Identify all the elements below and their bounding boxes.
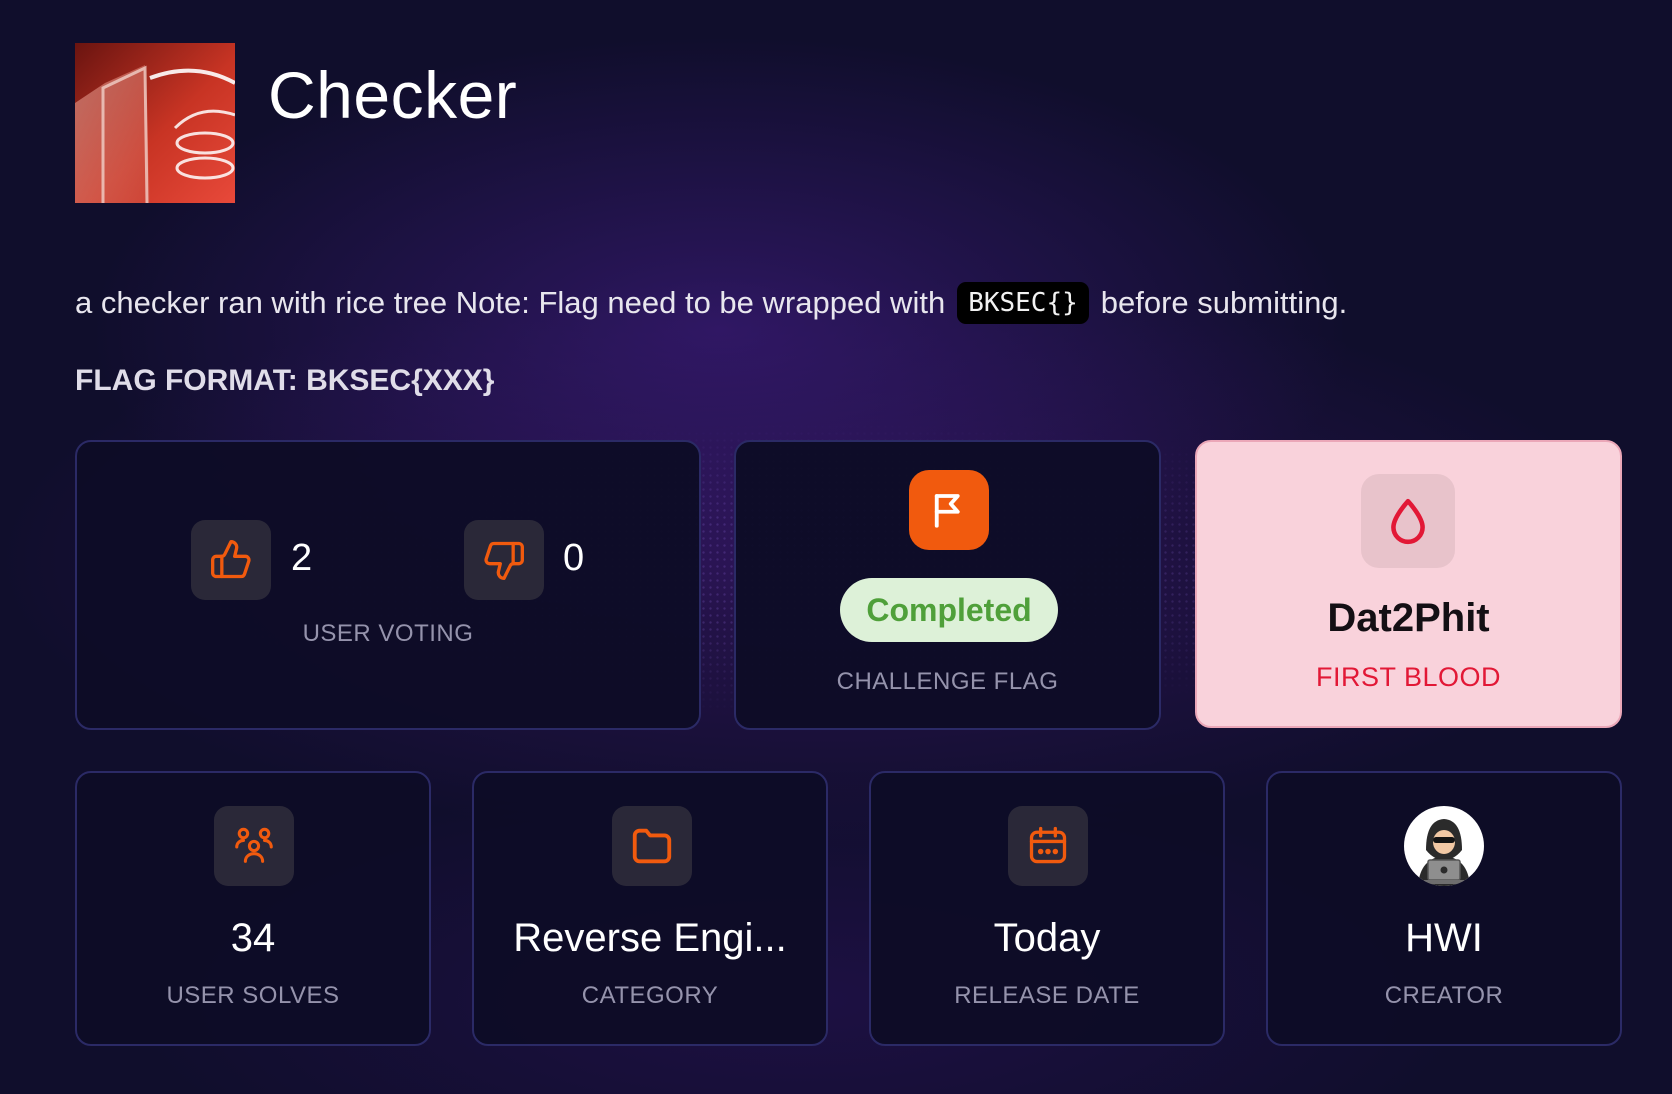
thumbs-up-icon [211, 540, 251, 579]
downvote-count: 0 [563, 537, 585, 579]
user-solves-card: 34 USER SOLVES [75, 771, 431, 1046]
users-icon-box [214, 806, 294, 886]
creator-label: CREATOR [1384, 982, 1504, 1009]
release-date-value: Today [993, 916, 1101, 960]
challenge-title: Checker [268, 58, 518, 132]
first-blood-card: Dat2Phit FIRST BLOOD [1195, 440, 1622, 728]
flag-icon [934, 494, 960, 528]
challenge-flag-card: Completed CHALLENGE FLAG [734, 440, 1161, 730]
creator-avatar[interactable] [1404, 806, 1484, 886]
description-text: a checker ran with rice tree Note: Flag … [75, 285, 946, 320]
challenge-description: a checker ran with rice tree Note: Flag … [75, 282, 1347, 324]
user-solves-value: 34 [230, 916, 276, 960]
calendar-icon-box [1008, 806, 1088, 886]
flag-format: FLAG FORMAT: BKSEC{XXX} [75, 364, 495, 397]
creator-value[interactable]: HWI [1268, 916, 1620, 961]
hacker-avatar-icon [1418, 819, 1470, 886]
category-card: Reverse Engi... CATEGORY [472, 771, 828, 1046]
user-solves-label: USER SOLVES [166, 982, 340, 1009]
voting-card: 2 0 USER VOTING [75, 440, 701, 730]
folder-icon-box [612, 806, 692, 886]
upvote-button[interactable] [191, 520, 271, 600]
flag-wrapper-code: BKSEC{} [957, 282, 1089, 324]
downvote-button[interactable] [464, 520, 544, 600]
challenge-flag-label: CHALLENGE FLAG [836, 668, 1059, 695]
blood-drop-icon [1391, 498, 1425, 545]
users-icon [235, 827, 273, 863]
category-label: CATEGORY [581, 982, 719, 1009]
upvote-count: 2 [291, 537, 313, 579]
completed-badge: Completed [840, 578, 1058, 642]
release-date-label: RELEASE DATE [954, 982, 1140, 1009]
blood-icon-box [1361, 474, 1455, 568]
thumbs-down-icon [484, 541, 524, 580]
calendar-icon [1029, 826, 1067, 864]
release-date-card: Today RELEASE DATE [869, 771, 1225, 1046]
voting-label: USER VOTING [302, 620, 474, 647]
challenge-logo [75, 43, 235, 203]
description-text-end: before submitting. [1100, 285, 1348, 320]
first-blood-label: FIRST BLOOD [1315, 662, 1502, 692]
category-value: Reverse Engi... [513, 916, 787, 960]
challenge-header: Checker [75, 43, 517, 203]
first-blood-user[interactable]: Dat2Phit [1197, 596, 1620, 641]
flag-icon-box [909, 470, 989, 550]
creator-card: HWI CREATOR [1266, 771, 1622, 1046]
folder-icon [632, 828, 672, 864]
